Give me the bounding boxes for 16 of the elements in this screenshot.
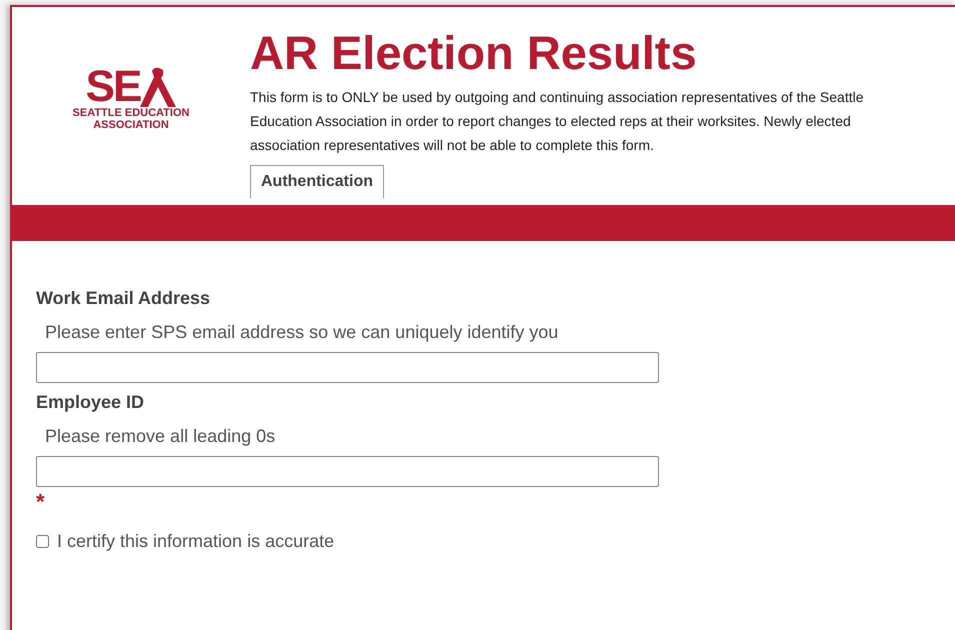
form-description: This form is to ONLY be used by outgoing and continuing association representatives of the Seattle Education Association in order to report changes to elected reps at their worksites. Newly elected association representatives will not be able to complete this form. xyxy=(250,88,865,155)
input-field[interactable] xyxy=(36,352,659,383)
logo-subtitle: ASSOCIATION xyxy=(93,119,169,131)
certify-checkbox[interactable] xyxy=(36,535,49,548)
field-label: Work Email Address xyxy=(36,287,212,309)
page-title: AR Election Results xyxy=(250,25,698,81)
logo-text: SE xyxy=(86,67,140,107)
checkbox-label: I certify this information is accurate xyxy=(57,531,334,552)
arm-icon xyxy=(140,67,176,107)
input-field[interactable] xyxy=(36,456,659,487)
field-hint: Please remove all leading 0s xyxy=(44,425,276,447)
tab[interactable]: Authentication xyxy=(250,165,384,198)
logo-subtitle: SEATTLE EDUCATION xyxy=(72,107,190,119)
field-hint: Please enter SPS email address so we can uniquely identify you xyxy=(44,321,560,343)
field-label: Employee ID xyxy=(36,391,146,413)
required-mark: * xyxy=(36,493,46,511)
